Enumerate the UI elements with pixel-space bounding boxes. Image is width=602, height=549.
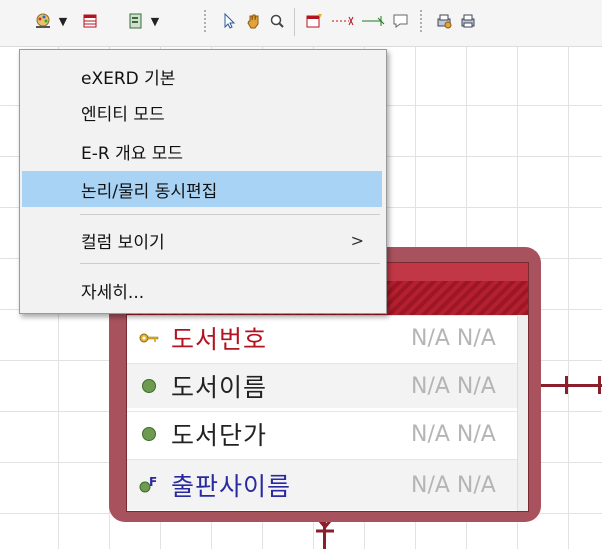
print-icon[interactable]: [457, 9, 479, 33]
print-setup-icon[interactable]: [433, 9, 455, 33]
hand-icon[interactable]: [242, 9, 264, 33]
menu-item-logical-physical-edit[interactable]: 논리/물리 동시편집: [22, 171, 382, 207]
attribute-type: N/A N/A: [411, 421, 496, 447]
attribute-row[interactable]: 도서이름 N/A N/A: [127, 363, 518, 408]
relation-identifying-icon[interactable]: [360, 9, 386, 33]
attribute-dot-icon: [127, 427, 171, 441]
toolbar-grip: [204, 10, 206, 34]
attribute-name: 출판사이름: [171, 472, 292, 501]
attribute-type: N/A N/A: [411, 472, 496, 498]
note-icon[interactable]: [390, 9, 412, 33]
menu-separator: [80, 263, 380, 264]
new-entity-icon[interactable]: [303, 9, 325, 33]
notebook-dropdown-icon[interactable]: ▼: [148, 9, 162, 33]
palette-dropdown-icon[interactable]: ▼: [56, 9, 70, 33]
relation-nonidentifying-icon[interactable]: [330, 9, 356, 33]
menu-item-exerd-basic[interactable]: eXERD 기본: [22, 58, 382, 94]
relationship-cardinality-mark: [598, 376, 601, 394]
menu-item-er-overview-mode[interactable]: E-R 개요 모드: [22, 133, 382, 169]
attribute-name: 도서이름: [171, 373, 268, 402]
menu-item-label: 엔티티 모드: [81, 104, 165, 125]
attribute-type: N/A N/A: [411, 373, 496, 399]
menu-item-label: eXERD 기본: [81, 68, 176, 89]
table-icon[interactable]: [79, 9, 101, 33]
primary-key-icon: [127, 332, 171, 344]
menu-item-show-columns[interactable]: 컬럼 보이기 >: [22, 222, 382, 258]
diagram-toolbar: ▼ ▼: [0, 0, 602, 47]
foreign-key-icon: F: [127, 475, 171, 495]
pointer-icon[interactable]: [218, 9, 240, 33]
attribute-row[interactable]: 도서단가 N/A N/A: [127, 411, 518, 456]
attribute-name: 도서번호: [171, 325, 268, 354]
menu-item-label: 자세히...: [81, 282, 145, 303]
toolbar-grip: [420, 10, 422, 34]
view-mode-popup-menu: eXERD 기본 엔티티 모드 E-R 개요 모드 논리/물리 동시편집 컬럼 …: [19, 49, 387, 314]
attribute-row[interactable]: 도서번호 N/A N/A: [127, 315, 518, 360]
toolbar-separator: [294, 8, 295, 36]
palette-icon[interactable]: [32, 9, 54, 33]
relationship-line[interactable]: [541, 384, 602, 387]
attribute-type: N/A N/A: [411, 325, 496, 351]
menu-item-label: E-R 개요 모드: [81, 143, 184, 164]
menu-item-label: 컬럼 보이기: [81, 232, 165, 253]
menu-separator: [80, 214, 380, 215]
svg-text:F: F: [149, 475, 157, 489]
attribute-name: 도서단가: [171, 421, 268, 450]
menu-item-details[interactable]: 자세히...: [22, 272, 382, 308]
menu-item-label: 논리/물리 동시편집: [81, 181, 218, 202]
entity-scrollbar[interactable]: [517, 315, 528, 511]
attribute-dot-icon: [127, 379, 171, 393]
magnify-icon[interactable]: [266, 9, 288, 33]
relationship-cardinality-mark: [565, 376, 568, 394]
submenu-arrow-icon: >: [350, 230, 364, 250]
menu-item-entity-mode[interactable]: 엔티티 모드: [22, 94, 382, 130]
attribute-row[interactable]: F 출판사이름 N/A N/A: [127, 459, 518, 510]
notebook-icon[interactable]: [124, 9, 146, 33]
